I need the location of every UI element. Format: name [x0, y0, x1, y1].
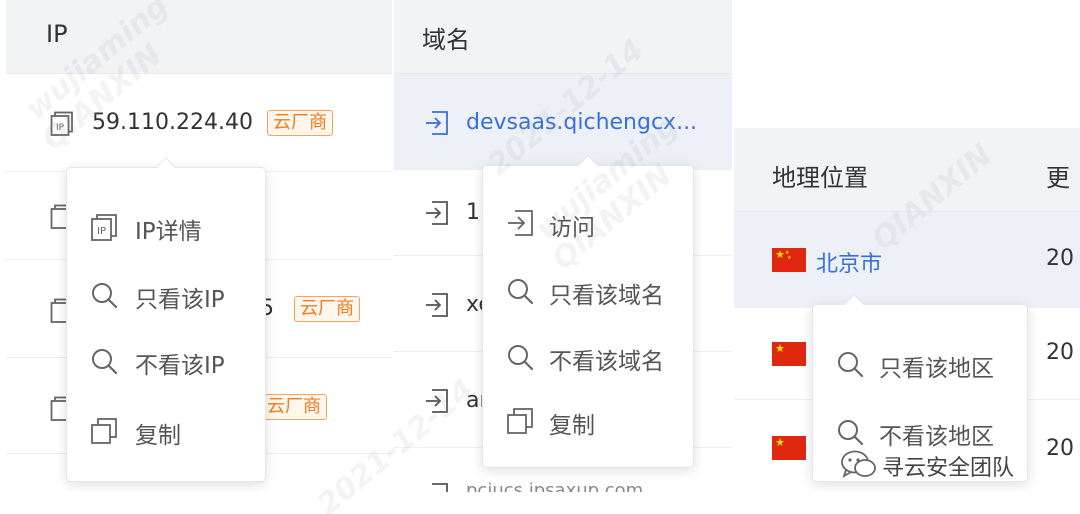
menu-item-only-this-ip[interactable]: 只看该IP	[67, 262, 265, 328]
menu-item-exclude-this-domain[interactable]: 不看该域名	[483, 324, 693, 390]
enter-icon	[426, 293, 448, 317]
next-column-value: 20	[1046, 436, 1074, 461]
menu-item-label: 访问	[549, 215, 595, 241]
geo-column-header: 地理位置 更	[734, 128, 1080, 212]
domain-column-panel: 域名 devsaas.qichengcx... 1( xe ar pciucs.…	[394, 0, 732, 492]
table-row[interactable]: devsaas.qichengcx...	[394, 74, 732, 170]
menu-item-label: 复制	[549, 413, 595, 439]
search-icon	[838, 420, 864, 446]
search-icon	[838, 352, 864, 378]
next-column-value: 20	[1046, 246, 1074, 271]
search-icon	[508, 345, 534, 371]
next-column-value: 20	[1046, 340, 1074, 365]
svg-text:IP: IP	[97, 226, 106, 237]
domain-text[interactable]: pciucs.ipsaxup.com	[466, 480, 643, 492]
menu-item-label: 复制	[135, 423, 181, 449]
menu-item-visit[interactable]: 访问	[483, 190, 693, 256]
china-flag-icon: ★	[772, 342, 806, 366]
ip-header-label: IP	[46, 20, 68, 48]
ip-column-header: IP	[6, 0, 392, 74]
enter-icon	[426, 111, 448, 135]
ip-icon: IP	[50, 111, 73, 136]
menu-item-ip-detail[interactable]: IP IP详情	[67, 194, 265, 260]
location-link[interactable]: 北京市	[816, 246, 882, 278]
copy-icon	[91, 418, 117, 444]
menu-item-label: 只看该IP	[135, 287, 225, 313]
enter-icon	[432, 483, 448, 492]
enter-icon	[426, 201, 448, 225]
enter-icon	[426, 389, 448, 413]
geo-column-panel: 地理位置 更 ★ ★ ★ 北京市 20 ★ 20 ★ 20 只看该地区 不看该地…	[734, 128, 1080, 492]
domain-link[interactable]: devsaas.qichengcx...	[466, 110, 697, 135]
copy-icon	[507, 408, 533, 434]
menu-item-copy[interactable]: 复制	[67, 398, 265, 464]
cloud-vendor-badge: 云厂商	[294, 296, 360, 322]
svg-text:IP: IP	[56, 123, 65, 133]
geo-header-label: 地理位置	[772, 164, 868, 192]
domain-column-header: 域名	[394, 0, 732, 74]
table-row[interactable]: ★ ★ ★ 北京市 20	[734, 212, 1080, 308]
search-icon	[92, 283, 118, 309]
menu-item-label: 不看该地区	[879, 424, 994, 450]
menu-item-label: IP详情	[135, 219, 202, 245]
wechat-icon	[841, 450, 876, 478]
ip-address[interactable]: 59.110.224.40	[92, 110, 253, 135]
menu-item-copy[interactable]: 复制	[483, 388, 693, 454]
search-icon	[508, 279, 534, 305]
ip-column-panel: IP IP 59.110.224.40 云厂商 5 云厂商 云厂商 IP IP详…	[6, 0, 392, 492]
next-column-header-label: 更	[1046, 164, 1070, 192]
menu-item-only-this-region[interactable]: 只看该地区	[813, 331, 1027, 397]
china-flag-icon: ★ ★ ★	[772, 248, 806, 272]
domain-context-menu: 访问 只看该域名 不看该域名 复制	[482, 155, 694, 468]
menu-item-label: 只看该地区	[879, 356, 994, 382]
menu-item-exclude-this-ip[interactable]: 不看该IP	[67, 328, 265, 394]
menu-item-only-this-domain[interactable]: 只看该域名	[483, 258, 693, 324]
enter-icon	[508, 210, 533, 236]
china-flag-icon: ★	[772, 436, 806, 460]
menu-item-label: 不看该域名	[549, 349, 664, 375]
search-icon	[92, 349, 118, 375]
cloud-vendor-badge: 云厂商	[261, 394, 327, 420]
domain-header-label: 域名	[422, 26, 470, 54]
menu-item-label: 只看该域名	[549, 283, 664, 309]
ip-detail-icon: IP	[91, 214, 117, 241]
table-row[interactable]: IP 59.110.224.40 云厂商	[6, 74, 392, 172]
ip-context-menu: IP IP详情 只看该IP 不看该IP 复制	[66, 157, 266, 482]
cloud-vendor-badge: 云厂商	[267, 110, 333, 136]
menu-item-label: 不看该IP	[135, 353, 225, 379]
brand-text: 寻云安全团队	[882, 456, 1015, 481]
